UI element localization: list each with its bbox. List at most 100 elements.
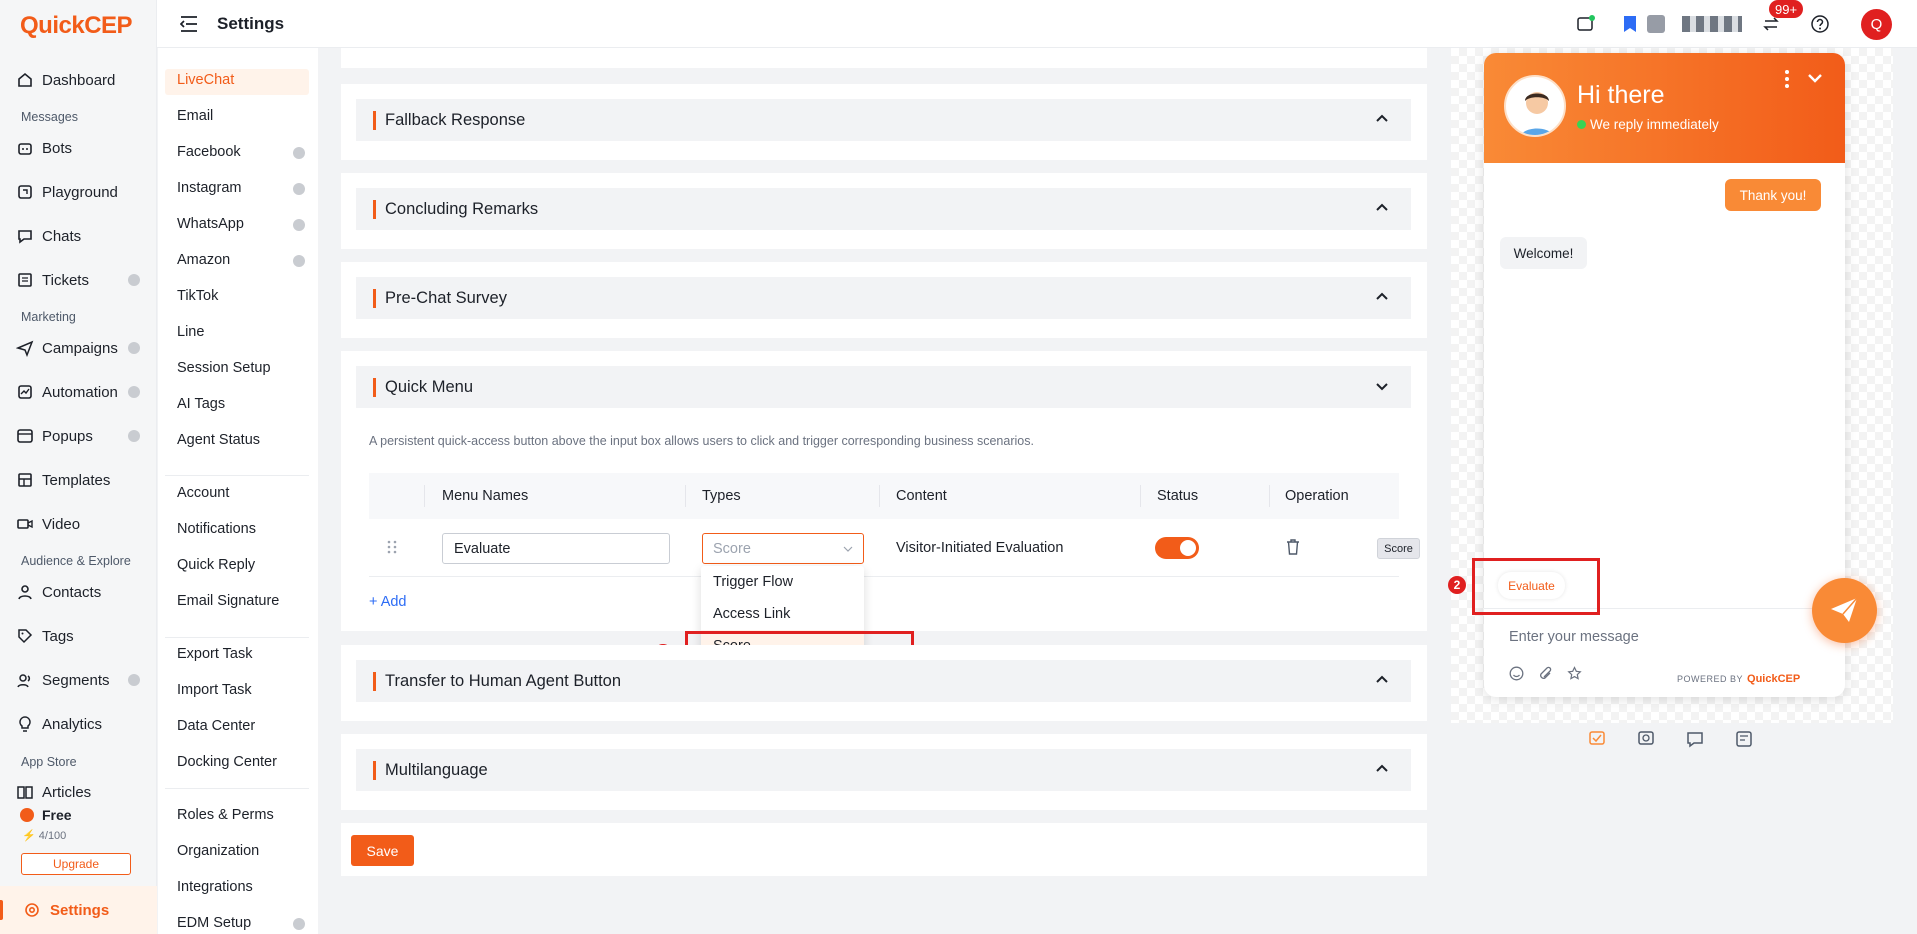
- col-menu-names: Menu Names: [442, 488, 529, 504]
- agent-avatar-image: [1520, 92, 1554, 135]
- nav-templates[interactable]: Templates: [16, 471, 140, 489]
- settings-menu-item-livechat[interactable]: LiveChat: [177, 72, 305, 88]
- bot-preview-icon[interactable]: [1637, 730, 1655, 748]
- chat-preview-icon[interactable]: [1686, 730, 1704, 748]
- switch-icon[interactable]: [1763, 16, 1779, 32]
- settings-menu-item-docking-center[interactable]: Docking Center: [177, 754, 305, 770]
- section-pre-chat-survey[interactable]: Pre-Chat Survey: [356, 277, 1411, 319]
- blurred-account: [1682, 16, 1742, 32]
- settings-menu-label: AI Tags: [177, 396, 226, 412]
- type-select[interactable]: Score: [702, 533, 864, 564]
- chat-icon: [18, 230, 32, 244]
- settings-menu-item-export-task[interactable]: Export Task: [177, 646, 305, 662]
- app-icon[interactable]: [1647, 15, 1665, 33]
- settings-menu-label: WhatsApp: [177, 216, 244, 232]
- col-status: Status: [1157, 488, 1199, 504]
- settings-menu-item-account[interactable]: Account: [177, 485, 305, 501]
- nav-analytics[interactable]: Analytics: [16, 715, 140, 733]
- settings-menu-label: Instagram: [177, 180, 242, 196]
- section-concluding-remarks[interactable]: Concluding Remarks: [356, 188, 1411, 230]
- drag-handle-icon[interactable]: [387, 539, 397, 555]
- attachment-icon[interactable]: [1538, 666, 1553, 681]
- settings-menu-item-quick-reply[interactable]: Quick Reply: [177, 557, 305, 573]
- nav-popups[interactable]: Popups: [16, 427, 140, 445]
- nav-video[interactable]: Video: [16, 515, 140, 533]
- preview-mode-icon[interactable]: [1588, 730, 1606, 748]
- score-tooltip: Score: [1377, 538, 1420, 559]
- nav-dashboard[interactable]: Dashboard: [16, 71, 140, 89]
- chevron-up-icon[interactable]: [1375, 673, 1389, 687]
- settings-menu-item-facebook[interactable]: Facebook: [177, 144, 305, 160]
- settings-menu-item-integrations[interactable]: Integrations: [177, 879, 305, 895]
- nav-playground[interactable]: Playground: [16, 183, 140, 201]
- chevron-up-icon[interactable]: [1375, 290, 1389, 304]
- settings-menu-label: Organization: [177, 843, 260, 859]
- nav-tickets[interactable]: Tickets: [16, 271, 140, 289]
- section-transfer-human[interactable]: Transfer to Human Agent Button: [356, 660, 1411, 702]
- settings-menu-item-notifications[interactable]: Notifications: [177, 521, 305, 537]
- send-button[interactable]: [1812, 578, 1877, 643]
- settings-menu-label: Agent Status: [177, 432, 261, 448]
- settings-menu-item-session-setup[interactable]: Session Setup: [177, 360, 305, 376]
- lock-icon: [293, 183, 305, 195]
- emoji-icon[interactable]: [1509, 666, 1524, 681]
- status-toggle[interactable]: [1155, 537, 1199, 559]
- chevron-up-icon[interactable]: [1375, 762, 1389, 776]
- nav-articles[interactable]: Articles: [16, 783, 140, 801]
- section-fallback-response[interactable]: Fallback Response: [356, 99, 1411, 141]
- nav-settings[interactable]: Settings: [0, 886, 157, 934]
- card-top: [341, 48, 1427, 68]
- settings-menu-item-instagram[interactable]: Instagram: [177, 180, 305, 196]
- more-icon[interactable]: [1784, 69, 1790, 89]
- section-quick-menu[interactable]: Quick Menu: [356, 366, 1411, 408]
- settings-menu-item-agent-status[interactable]: Agent Status: [177, 432, 305, 448]
- segments-icon: [17, 674, 31, 688]
- settings-menu-item-data-center[interactable]: Data Center: [177, 718, 305, 734]
- upgrade-button[interactable]: Upgrade: [21, 853, 131, 875]
- help-icon[interactable]: [1810, 14, 1830, 34]
- form-preview-icon[interactable]: [1735, 730, 1753, 748]
- star-icon[interactable]: [1567, 666, 1582, 681]
- nav-segments[interactable]: Segments: [16, 671, 140, 689]
- book-icon: [17, 786, 33, 799]
- settings-menu-item-ai-tags[interactable]: AI Tags: [177, 396, 305, 412]
- quickcep-logo[interactable]: QuickCEP: [20, 12, 133, 40]
- save-button[interactable]: Save: [351, 835, 414, 866]
- nav-chats[interactable]: Chats: [16, 227, 140, 245]
- settings-menu-label: Line: [177, 324, 205, 340]
- settings-menu-label: Session Setup: [177, 360, 271, 376]
- settings-menu-item-email-signature[interactable]: Email Signature: [177, 593, 305, 609]
- menu-name-input[interactable]: Evaluate: [442, 533, 670, 564]
- lock-icon: [293, 255, 305, 267]
- nav-bots[interactable]: Bots: [16, 139, 140, 157]
- option-trigger-flow[interactable]: Trigger Flow: [701, 566, 864, 598]
- settings-menu-item-roles-perms[interactable]: Roles & Perms: [177, 807, 305, 823]
- settings-menu-item-edm-setup[interactable]: EDM Setup: [177, 915, 305, 931]
- chat-notification-icon[interactable]: [1577, 15, 1595, 33]
- chevron-down-icon[interactable]: [1375, 379, 1389, 393]
- nav-tags[interactable]: Tags: [16, 627, 140, 645]
- option-access-link[interactable]: Access Link: [701, 598, 864, 630]
- settings-menu-item-import-task[interactable]: Import Task: [177, 682, 305, 698]
- nav-automation[interactable]: Automation: [16, 383, 140, 401]
- message-input[interactable]: Enter your message: [1509, 629, 1639, 645]
- nav-campaigns[interactable]: Campaigns: [16, 339, 140, 357]
- user-avatar[interactable]: Q: [1861, 9, 1892, 40]
- section-multilanguage[interactable]: Multilanguage: [356, 749, 1411, 791]
- bookmark-icon[interactable]: [1622, 15, 1638, 33]
- nav-contacts[interactable]: Contacts: [16, 583, 140, 601]
- settings-menu-label: Export Task: [177, 646, 253, 662]
- minimize-chevron-icon[interactable]: [1807, 73, 1823, 83]
- settings-menu-item-organization[interactable]: Organization: [177, 843, 305, 859]
- chevron-up-icon[interactable]: [1375, 112, 1389, 126]
- settings-menu-item-line[interactable]: Line: [177, 324, 305, 340]
- menu-collapse-icon[interactable]: [180, 16, 198, 32]
- agent-avatar: [1504, 75, 1566, 137]
- settings-menu-item-amazon[interactable]: Amazon: [177, 252, 305, 268]
- settings-menu-item-whatsapp[interactable]: WhatsApp: [177, 216, 305, 232]
- settings-menu-item-tiktok[interactable]: TikTok: [177, 288, 305, 304]
- add-menu-link[interactable]: + Add: [369, 594, 407, 610]
- settings-menu-item-email[interactable]: Email: [177, 108, 305, 124]
- trash-icon[interactable]: [1286, 539, 1300, 555]
- chevron-up-icon[interactable]: [1375, 201, 1389, 215]
